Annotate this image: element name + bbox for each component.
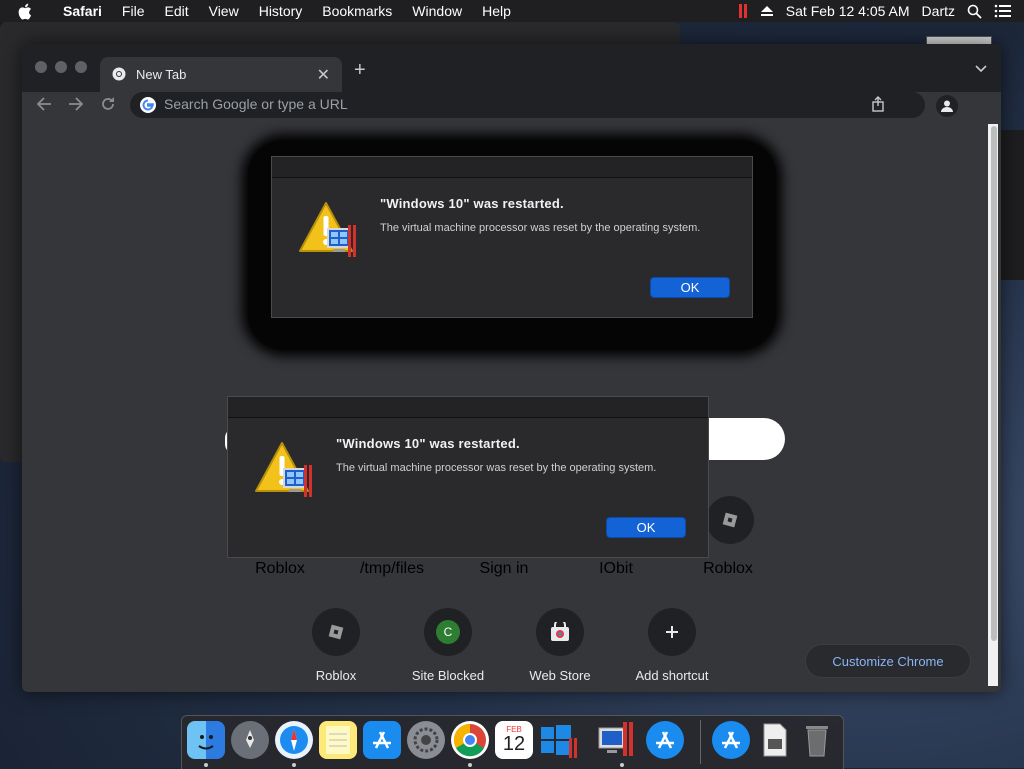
app-store-icon[interactable]: [363, 721, 401, 759]
finder-running-indicator: [204, 763, 208, 767]
roblox-icon: [706, 496, 754, 544]
menu-bookmarks[interactable]: Bookmarks: [312, 0, 402, 22]
menu-app-name[interactable]: Safari: [53, 0, 112, 22]
menu-window[interactable]: Window: [402, 0, 472, 22]
menu-bar: Safari File Edit View History Bookmarks …: [0, 0, 1024, 22]
parallels-control-center-icon[interactable]: [597, 721, 635, 759]
menu-help[interactable]: Help: [472, 0, 521, 22]
document-icon[interactable]: [756, 721, 794, 759]
safari-icon[interactable]: [275, 721, 313, 759]
eject-icon[interactable]: [760, 5, 774, 17]
dialog-title: "Windows 10" was restarted.: [380, 196, 564, 211]
alert-dialog-1: "Windows 10" was restarted. The virtual …: [271, 156, 753, 318]
shortcut-label: Site Blocked: [411, 668, 485, 683]
shortcut-label: Add shortcut: [635, 668, 709, 683]
menu-file[interactable]: File: [112, 0, 155, 22]
plus-icon: [648, 608, 696, 656]
shortcut-roblox-3[interactable]: Roblox: [286, 608, 386, 683]
launchpad-icon[interactable]: [231, 721, 269, 759]
customize-chrome-button[interactable]: Customize Chrome: [806, 645, 970, 677]
windows-10-vm-icon[interactable]: [539, 721, 577, 759]
alert-dialog-2: "Windows 10" was restarted. The virtual …: [227, 396, 709, 558]
notes-icon[interactable]: [319, 721, 357, 759]
running-indicator: [292, 763, 296, 767]
shortcut-web-store[interactable]: Web Store: [510, 608, 610, 683]
notification-center-icon[interactable]: [994, 4, 1012, 18]
profile-avatar-icon[interactable]: [936, 95, 958, 117]
back-arrow-icon[interactable]: [34, 94, 54, 114]
ok-button[interactable]: OK: [651, 278, 729, 297]
dialog-titlebar: [228, 397, 708, 418]
forward-arrow-icon[interactable]: [66, 94, 86, 114]
tab-new-tab[interactable]: New Tab ✕: [100, 57, 342, 92]
menubar-clock[interactable]: Sat Feb 12 4:05 AM: [786, 3, 910, 19]
warning-parallels-icon: [254, 441, 316, 504]
ok-button[interactable]: OK: [607, 518, 685, 537]
tab-strip: New Tab ✕ +: [22, 44, 1001, 92]
address-bar-placeholder: Search Google or type a URL: [164, 96, 348, 112]
letter-c-icon: C: [424, 608, 472, 656]
dialog-message: The virtual machine processor was reset …: [336, 462, 657, 474]
shortcut-label: Web Store: [529, 668, 591, 683]
downloads-folder-icon[interactable]: [712, 721, 750, 759]
menubar-user[interactable]: Dartz: [922, 3, 955, 19]
menu-history[interactable]: History: [249, 0, 313, 22]
shortcut-label-tmp-files[interactable]: /tmp/files: [342, 560, 442, 578]
letter-c-badge: C: [436, 620, 460, 644]
app-store-icon-2[interactable]: [646, 721, 684, 759]
address-bar[interactable]: Search Google or type a URL: [130, 92, 925, 118]
dock: FEB 12: [181, 715, 844, 769]
chrome-running-indicator: [468, 763, 472, 767]
finder-icon[interactable]: [187, 721, 225, 759]
tab-search-chevron-icon[interactable]: [975, 60, 987, 78]
browser-toolbar: Search Google or type a URL: [22, 92, 1001, 118]
dock-separator: [700, 720, 701, 764]
trash-icon[interactable]: [798, 721, 836, 759]
window-zoom-button[interactable]: [75, 61, 87, 73]
chrome-icon[interactable]: [451, 721, 489, 759]
reload-icon[interactable]: [98, 94, 118, 114]
menu-edit[interactable]: Edit: [154, 0, 198, 22]
calendar-icon[interactable]: FEB 12: [495, 721, 533, 759]
web-store-icon: [536, 608, 584, 656]
chrome-favicon-icon: [112, 67, 126, 81]
shortcut-add[interactable]: Add shortcut: [622, 608, 722, 683]
spotlight-search-icon[interactable]: [967, 4, 982, 19]
window-minimize-button[interactable]: [55, 61, 67, 73]
system-preferences-icon[interactable]: [407, 721, 445, 759]
tab-title: New Tab: [136, 67, 187, 82]
roblox-icon: [312, 608, 360, 656]
dialog-message: The virtual machine processor was reset …: [380, 222, 701, 234]
scrollbar-thumb[interactable]: [991, 126, 997, 641]
shortcut-label-roblox-2[interactable]: Roblox: [678, 560, 778, 578]
google-g-icon: [140, 97, 156, 118]
warning-parallels-icon: [298, 201, 360, 264]
window-close-button[interactable]: [35, 61, 47, 73]
menu-view[interactable]: View: [199, 0, 249, 22]
new-tab-plus-icon[interactable]: +: [354, 59, 366, 82]
shortcut-label: Roblox: [315, 668, 357, 683]
dialog-title: "Windows 10" was restarted.: [336, 436, 520, 451]
shortcut-site-blocked[interactable]: C Site Blocked: [398, 608, 498, 683]
tab-close-icon[interactable]: ✕: [317, 65, 330, 85]
parallels-icon[interactable]: [738, 3, 748, 19]
shortcut-label-roblox-1[interactable]: Roblox: [230, 560, 330, 578]
shortcut-label-sign-in[interactable]: Sign in: [454, 560, 554, 578]
share-icon[interactable]: [871, 96, 885, 117]
dialog-titlebar: [272, 157, 752, 178]
shortcut-label-iobit[interactable]: IObit: [566, 560, 666, 578]
parallels-running-indicator: [620, 763, 624, 767]
calendar-day: 12: [502, 733, 526, 755]
apple-menu-icon[interactable]: [17, 3, 39, 20]
